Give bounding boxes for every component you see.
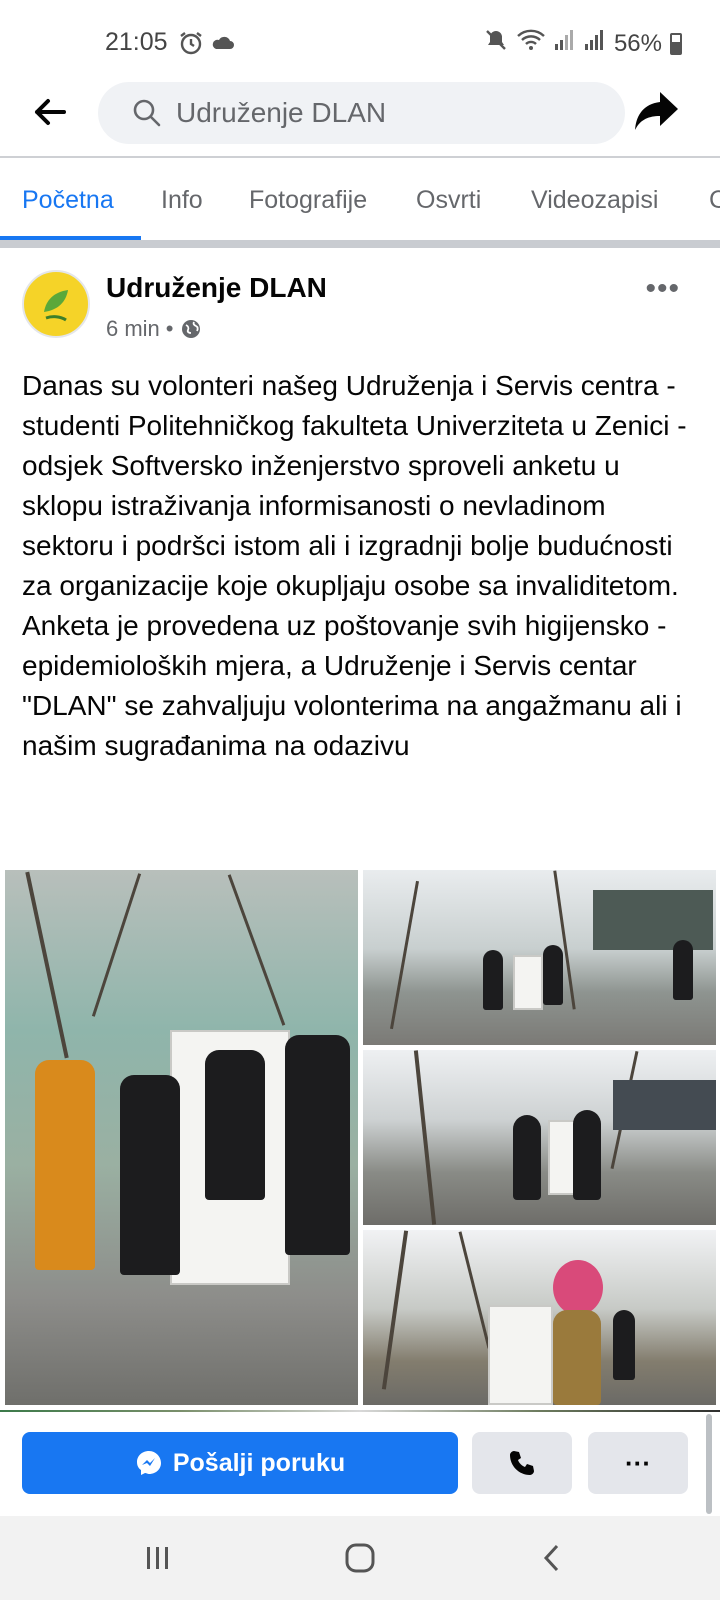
meta-separator: • bbox=[165, 316, 174, 341]
action-bar: Pošalji poruku ··· bbox=[0, 1412, 720, 1512]
home-icon bbox=[345, 1543, 375, 1573]
post-more-icon[interactable]: ••• bbox=[645, 272, 680, 306]
send-message-label: Pošalji poruku bbox=[172, 1448, 346, 1477]
post-photo-3[interactable] bbox=[363, 1050, 716, 1225]
page-tabs: Početna Info Fotografije Osvrti Videozap… bbox=[0, 158, 720, 242]
status-left-icons bbox=[178, 30, 236, 61]
chevron-left-icon bbox=[543, 1544, 559, 1572]
post-body: Danas su volonteri našeg Udruženja i Ser… bbox=[22, 370, 687, 761]
wifi-icon bbox=[516, 28, 546, 59]
share-icon bbox=[635, 92, 678, 130]
post-header: Udruženje DLAN 6 min • ••• bbox=[0, 250, 720, 350]
call-button[interactable] bbox=[472, 1432, 572, 1494]
post-photo-1[interactable] bbox=[5, 870, 358, 1405]
mute-icon bbox=[484, 28, 508, 59]
home-button[interactable] bbox=[338, 1536, 382, 1580]
tab-more[interactable]: C bbox=[709, 186, 720, 215]
tab-pocetna[interactable]: Početna bbox=[22, 186, 114, 215]
send-message-button[interactable]: Pošalji poruku bbox=[22, 1432, 458, 1494]
post-photo-4[interactable] bbox=[363, 1230, 716, 1405]
avatar[interactable] bbox=[22, 270, 90, 338]
search-text: Udruženje DLAN bbox=[176, 97, 387, 128]
post-photo-2[interactable] bbox=[363, 870, 716, 1045]
signal-icon bbox=[554, 28, 576, 59]
tab-fotografije[interactable]: Fotografije bbox=[249, 186, 367, 215]
status-bar: 21:05 56% bbox=[0, 0, 720, 88]
alarm-icon bbox=[178, 30, 204, 61]
search-icon bbox=[133, 99, 161, 127]
more-actions-button[interactable]: ··· bbox=[588, 1432, 688, 1494]
photo-grid bbox=[0, 866, 720, 1418]
back-arrow-icon bbox=[35, 99, 66, 125]
tab-osvrti[interactable]: Osvrti bbox=[416, 186, 481, 215]
signal-icon bbox=[584, 28, 606, 59]
cloud-icon bbox=[210, 30, 236, 61]
status-right: 56% bbox=[484, 28, 682, 59]
top-nav: Udruženje DLAN bbox=[0, 80, 720, 156]
phone-icon bbox=[510, 1451, 534, 1475]
tab-info[interactable]: Info bbox=[161, 186, 203, 215]
scrollbar[interactable] bbox=[706, 1414, 712, 1514]
share-button[interactable] bbox=[634, 90, 682, 134]
tab-videozapisi[interactable]: Videozapisi bbox=[531, 186, 658, 215]
dlan-logo-icon bbox=[28, 276, 84, 332]
battery-percent: 56% bbox=[613, 29, 662, 57]
globe-icon bbox=[181, 320, 200, 338]
post-meta: 6 min • bbox=[106, 316, 202, 342]
more-actions-icon: ··· bbox=[625, 1447, 651, 1478]
recent-apps-button[interactable] bbox=[136, 1536, 180, 1580]
post-time[interactable]: 6 min bbox=[106, 316, 160, 342]
back-button[interactable] bbox=[30, 92, 70, 132]
page-name[interactable]: Udruženje DLAN bbox=[106, 272, 327, 304]
messenger-icon bbox=[136, 1451, 161, 1475]
battery-icon bbox=[670, 32, 682, 55]
tabs-divider bbox=[0, 240, 720, 248]
status-time: 21:05 bbox=[105, 28, 168, 56]
search-input[interactable]: Udruženje DLAN bbox=[98, 82, 625, 144]
system-back-button[interactable] bbox=[530, 1536, 574, 1580]
system-nav-bar bbox=[0, 1516, 720, 1600]
recent-apps-icon bbox=[147, 1547, 168, 1569]
